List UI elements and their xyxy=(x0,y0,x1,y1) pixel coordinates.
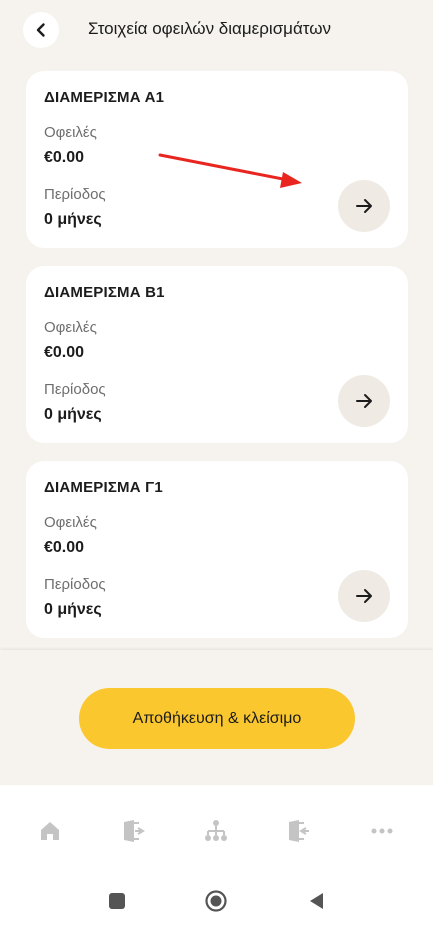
apartment-details-button[interactable] xyxy=(338,180,390,232)
home-icon xyxy=(41,822,59,840)
hierarchy-icon xyxy=(205,820,227,841)
debts-value: €0.00 xyxy=(44,344,85,361)
back-triangle-icon xyxy=(310,893,323,909)
period-value: 0 μήνες xyxy=(44,211,102,228)
system-navigation-bar xyxy=(0,875,433,927)
door-exit-icon xyxy=(289,820,309,842)
debts-label: Οφειλές xyxy=(44,124,97,141)
home-circle-icon xyxy=(205,890,227,912)
home-system-button[interactable] xyxy=(204,889,228,913)
debts-label: Οφειλές xyxy=(44,514,97,531)
apartment-name: ΔΙΑΜΕΡΙΣΜΑ Β1 xyxy=(44,284,165,301)
apartment-name: ΔΙΑΜΕΡΙΣΜΑ Α1 xyxy=(44,89,165,106)
period-label: Περίοδος xyxy=(44,186,106,203)
tab-home[interactable] xyxy=(34,815,66,847)
period-label: Περίοδος xyxy=(44,381,106,398)
apartment-details-button[interactable] xyxy=(338,375,390,427)
apartment-card: ΔΙΑΜΕΡΙΣΜΑ Α1 Οφειλές €0.00 Περίοδος 0 μ… xyxy=(26,71,408,248)
arrow-right-icon xyxy=(356,394,372,408)
period-value: 0 μήνες xyxy=(44,601,102,618)
apartment-card: ΔΙΑΜΕΡΙΣΜΑ Γ1 Οφειλές €0.00 Περίοδος 0 μ… xyxy=(26,461,408,638)
apartment-details-button[interactable] xyxy=(338,570,390,622)
arrow-right-icon xyxy=(356,589,372,603)
debts-value: €0.00 xyxy=(44,539,85,556)
tab-more[interactable] xyxy=(366,815,398,847)
save-and-close-button[interactable]: Αποθήκευση & κλείσιμο xyxy=(79,688,355,749)
recents-button[interactable] xyxy=(105,889,129,913)
tab-hierarchy[interactable] xyxy=(200,815,232,847)
tab-bar xyxy=(0,785,433,875)
recents-icon xyxy=(109,893,125,909)
period-label: Περίοδος xyxy=(44,576,106,593)
back-button[interactable] xyxy=(23,12,59,48)
header: Στοιχεία οφειλών διαμερισμάτων xyxy=(0,0,433,60)
back-system-button[interactable] xyxy=(304,889,328,913)
more-icon xyxy=(371,828,393,834)
chevron-left-icon xyxy=(36,23,45,37)
period-value: 0 μήνες xyxy=(44,406,102,423)
apartment-card: ΔΙΑΜΕΡΙΣΜΑ Β1 Οφειλές €0.00 Περίοδος 0 μ… xyxy=(26,266,408,443)
debts-label: Οφειλές xyxy=(44,319,97,336)
page-title: Στοιχεία οφειλών διαμερισμάτων xyxy=(88,19,332,38)
door-enter-icon xyxy=(124,820,145,842)
bottom-action-panel: Αποθήκευση & κλείσιμο xyxy=(0,650,433,785)
tab-door-exit[interactable] xyxy=(283,815,315,847)
tab-door-enter[interactable] xyxy=(118,815,150,847)
apartment-name: ΔΙΑΜΕΡΙΣΜΑ Γ1 xyxy=(44,479,163,496)
arrow-right-icon xyxy=(356,199,372,213)
debts-value: €0.00 xyxy=(44,149,85,166)
